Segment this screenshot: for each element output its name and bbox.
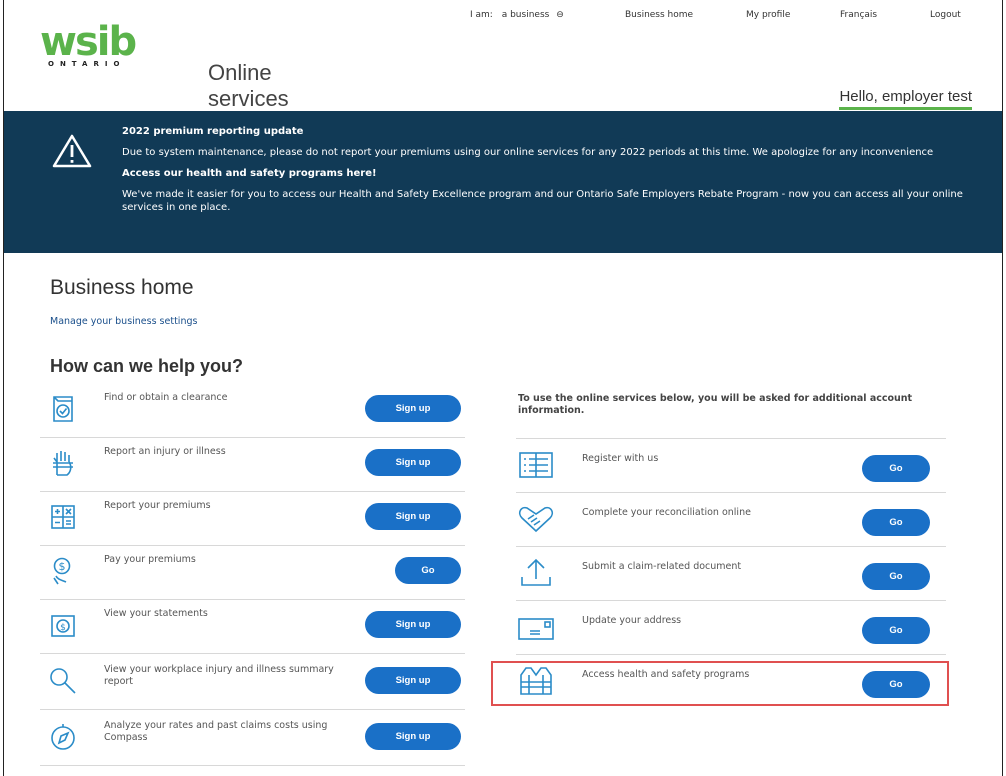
manage-business-settings-link[interactable]: Manage your business settings	[50, 316, 197, 327]
svg-text:$: $	[60, 623, 66, 633]
banner-body-premium: Due to system maintenance, please do not…	[122, 147, 934, 158]
injured-hand-icon	[53, 451, 73, 476]
service-label: Pay your premiums	[104, 554, 196, 565]
service-row-pay-premiums: $ Pay your premiums Go	[40, 546, 465, 600]
nav-francais[interactable]: Français	[840, 10, 877, 20]
additional-info-note: To use the online services below, you wi…	[518, 393, 913, 416]
logo-online-services: Online services	[208, 60, 289, 111]
divider	[40, 653, 465, 654]
service-row-injury-summary: View your workplace injury and illness s…	[40, 656, 465, 710]
service-label: Register with us	[582, 453, 659, 464]
nav-logout[interactable]: Logout	[930, 10, 961, 20]
compass-icon	[51, 724, 75, 750]
iam-selector[interactable]: I am: a business ⊖	[470, 10, 564, 20]
user-greeting: Hello, employer test	[839, 88, 972, 110]
magnifier-icon	[50, 668, 76, 694]
announcement-banner: 2022 premium reporting update Due to sys…	[4, 111, 1002, 253]
service-label: View your workplace injury and illness s…	[104, 664, 334, 687]
service-label: Analyze your rates and past claims costs…	[104, 720, 328, 743]
register-form-icon	[519, 452, 553, 478]
service-label: Complete your reconciliation online	[582, 507, 751, 518]
logo-wordmark: wsib	[40, 19, 137, 65]
reconciliation-go-button[interactable]: Go	[862, 509, 930, 536]
service-row-clearance: Find or obtain a clearance Sign up	[40, 384, 465, 438]
claim-document-go-button[interactable]: Go	[862, 563, 930, 590]
statements-signup-button[interactable]: Sign up	[365, 611, 461, 638]
service-label: Submit a claim-related document	[582, 561, 742, 572]
service-row-register: Register with us Go	[516, 439, 946, 493]
clearance-signup-button[interactable]: Sign up	[365, 395, 461, 422]
compass-signup-button[interactable]: Sign up	[365, 723, 461, 750]
highlight-box	[491, 661, 949, 706]
iam-value: a business	[501, 10, 550, 20]
service-row-statements: $ View your statements Sign up	[40, 600, 465, 654]
injury-signup-button[interactable]: Sign up	[365, 449, 461, 476]
chevron-circle-icon: ⊖	[556, 10, 564, 20]
clearance-certificate-icon	[53, 396, 73, 422]
banner-title-premium: 2022 premium reporting update	[122, 126, 304, 137]
help-heading: How can we help you?	[50, 356, 244, 376]
service-label: Update your address	[582, 615, 682, 626]
warning-triangle-icon	[52, 134, 92, 168]
service-label: Report your premiums	[104, 500, 211, 511]
upload-icon	[521, 558, 551, 586]
nav-my-profile[interactable]: My profile	[746, 10, 790, 20]
report-premiums-signup-button[interactable]: Sign up	[365, 503, 461, 530]
pay-premiums-go-button[interactable]: Go	[395, 557, 461, 584]
injury-summary-signup-button[interactable]: Sign up	[365, 667, 461, 694]
divider	[40, 709, 465, 710]
pay-dollar-hand-icon: $	[53, 557, 71, 585]
page-title: Business home	[50, 276, 194, 299]
divider	[40, 765, 465, 766]
service-row-injury: Report an injury or illness Sign up	[40, 438, 465, 492]
svg-text:$: $	[59, 560, 66, 573]
service-row-report-premiums: Report your premiums Sign up	[40, 492, 465, 546]
mail-envelope-icon	[518, 618, 554, 640]
service-row-reconciliation: Complete your reconciliation online Go	[516, 493, 946, 547]
wsib-logo[interactable]: wsib ONTARIO Online services	[40, 19, 289, 111]
handshake-heart-icon	[519, 506, 553, 533]
banner-body-health: We've made it easier for you to access o…	[122, 189, 963, 213]
iam-label: I am:	[470, 10, 493, 20]
banner-title-health: Access our health and safety programs he…	[122, 168, 377, 179]
service-row-compass: Analyze your rates and past claims costs…	[40, 712, 465, 766]
logo-ontario: ONTARIO	[48, 60, 126, 68]
statement-dollar-icon: $	[51, 615, 75, 637]
update-address-go-button[interactable]: Go	[862, 617, 930, 644]
service-label: View your statements	[104, 608, 208, 619]
calculator-icon	[51, 505, 75, 529]
register-go-button[interactable]: Go	[862, 455, 930, 482]
service-row-update-address: Update your address Go	[516, 601, 946, 655]
service-label: Find or obtain a clearance	[104, 392, 228, 403]
service-row-claim-document: Submit a claim-related document Go	[516, 547, 946, 601]
nav-business-home[interactable]: Business home	[625, 10, 693, 20]
service-label: Report an injury or illness	[104, 446, 226, 457]
